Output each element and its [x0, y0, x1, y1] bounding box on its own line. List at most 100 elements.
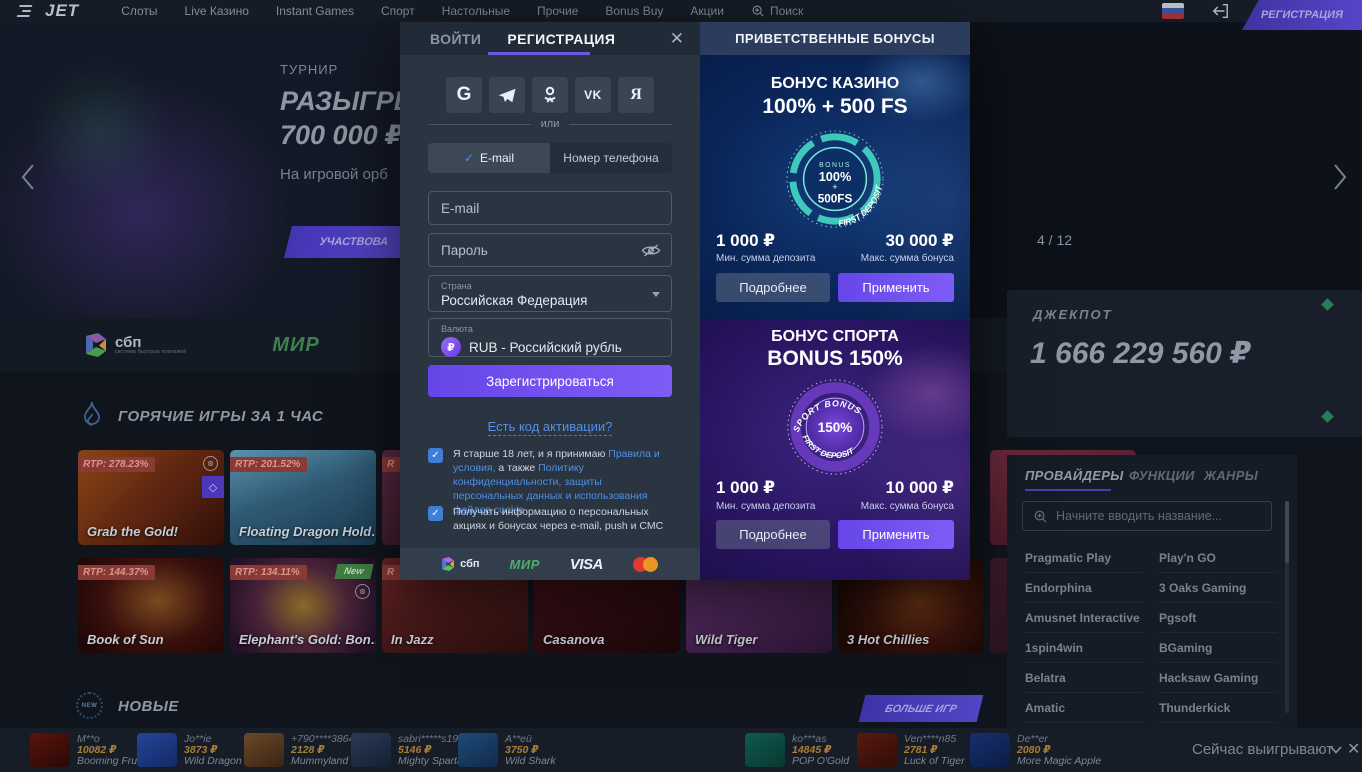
provider-item[interactable]: Hacksaw Gaming [1159, 663, 1277, 693]
menu-icon[interactable] [17, 5, 33, 17]
yandex-icon: Я [630, 86, 642, 104]
game-tile-elephants-gold[interactable]: RTP: 134.11% New ⊛ Elephant's Gold: Bon… [230, 558, 376, 653]
nav-item-instant-games[interactable]: Instant Games [276, 4, 354, 18]
activation-code-link[interactable]: Есть код активации? [488, 419, 613, 436]
provider-item[interactable]: BGaming [1159, 633, 1277, 663]
game-title: Floating Dragon Hold… [239, 524, 376, 539]
password-visibility-icon[interactable] [641, 243, 661, 258]
close-icon[interactable]: ✕ [670, 29, 684, 49]
scrollbar[interactable] [1285, 501, 1289, 713]
game-tile-book-of-sun[interactable]: RTP: 144.37% Book of Sun [78, 558, 224, 653]
max-bonus-label: Макс. сумма бонуса [861, 253, 954, 264]
nav-item-other[interactable]: Прочие [537, 4, 578, 18]
game-thumb [970, 733, 1010, 767]
new-badge: New [335, 564, 374, 579]
winner-item[interactable]: ko***as14845 ₽POP O'Gold [745, 733, 849, 767]
email-field[interactable] [429, 192, 671, 224]
sport-apply-button[interactable]: Применить [838, 520, 954, 549]
winner-item[interactable]: sabri*****s19895146 ₽Mighty Sparta [351, 733, 470, 767]
provider-item[interactable]: 3 Oaks Gaming [1159, 573, 1277, 603]
game-title: Grab the Gold! [87, 524, 178, 539]
nav-item-sport[interactable]: Спорт [381, 4, 415, 18]
winner-item[interactable]: De**er2080 ₽More Magic Apple [970, 733, 1101, 767]
banner-kicker: ТУРНИР [280, 62, 338, 77]
game-thumb [30, 733, 70, 767]
toggle-phone[interactable]: Номер телефона [550, 143, 672, 173]
google-login-button[interactable]: G [446, 77, 482, 113]
casino-apply-button[interactable]: Применить [838, 273, 954, 302]
more-games-button[interactable]: БОЛЬШЕ ИГР [859, 695, 984, 722]
odnoklassniki-login-button[interactable] [532, 77, 568, 113]
country-select[interactable]: Страна Российская Федерация [428, 275, 672, 312]
tab-register[interactable]: РЕГИСТРАЦИЯ [507, 31, 615, 47]
provider-item[interactable]: Pgsoft [1159, 603, 1277, 633]
provider-list: Pragmatic Play Play'n GO Endorphina 3 Oa… [1025, 543, 1277, 723]
register-submit-button[interactable]: Зарегистрироваться [428, 365, 672, 397]
language-flag-ru[interactable] [1162, 3, 1184, 19]
bonuses-header: ПРИВЕТСТВЕННЫЕ БОНУСЫ [700, 22, 970, 55]
min-deposit-label: Мин. сумма депозита [716, 501, 815, 512]
visa-logo: VISA [570, 556, 603, 573]
tab-providers[interactable]: ПРОВАЙДЕРЫ [1025, 468, 1124, 483]
modal-payment-footer: сбп МИР VISA [400, 548, 700, 580]
sport-details-button[interactable]: Подробнее [716, 520, 830, 549]
sport-bonus-subtitle: BONUS 150% [700, 347, 970, 371]
provider-item[interactable]: Amatic [1025, 693, 1143, 723]
mir-logo: МИР [272, 334, 319, 357]
nav-item-slots[interactable]: Слоты [121, 4, 157, 18]
game-tile-floating-dragon[interactable]: RTP: 201.52% Floating Dragon Hold… [230, 450, 376, 545]
rtp-badge: RTP: 144.37% [78, 565, 155, 580]
age-terms-checkbox[interactable]: ✓ [428, 448, 443, 463]
slider-next-icon[interactable] [1332, 162, 1348, 192]
ticker-close-icon[interactable]: ✕ [1347, 739, 1360, 759]
chevron-down-icon [652, 292, 660, 297]
currency-label: Валюта [441, 324, 659, 334]
nav-item-promotions[interactable]: Акции [690, 4, 724, 18]
toggle-email[interactable]: ✓ E-mail [428, 143, 550, 173]
login-icon[interactable] [1210, 2, 1230, 20]
provider-item[interactable]: Endorphina [1025, 573, 1143, 603]
main-menu: Слоты Live Казино Instant Games Спорт На… [121, 4, 803, 18]
winner-item[interactable]: A**eü3750 ₽Wild Shark [458, 733, 556, 767]
nav-item-table-games[interactable]: Настольные [442, 4, 510, 18]
currency-select[interactable]: Валюта ₽ RUB - Российский рубль [428, 318, 672, 357]
provider-search[interactable] [1022, 501, 1272, 531]
password-field[interactable] [429, 234, 671, 266]
rtp-badge: RTP: 278.23% [78, 457, 155, 472]
winner-item[interactable]: Ven****n852781 ₽Luck of Tiger [857, 733, 965, 767]
game-title: Casanova [543, 632, 604, 647]
slider-prev-icon[interactable] [20, 162, 36, 192]
provider-search-input[interactable] [1056, 509, 1261, 523]
tab-genres[interactable]: ЖАНРЫ [1204, 468, 1258, 483]
provider-icon: ⊛ [203, 456, 218, 471]
provider-item[interactable]: Belatra [1025, 663, 1143, 693]
currency-value: RUB - Российский рубль [469, 340, 622, 355]
tab-login[interactable]: ВОЙТИ [430, 31, 481, 47]
sport-bonus-badge: 150% SPORT BONUS FIRST DEPOSIT [785, 377, 885, 482]
game-tile-grab-the-gold[interactable]: ⊛ ◇ RTP: 278.23% Grab the Gold! [78, 450, 224, 545]
winner-item[interactable]: Jo**ie3873 ₽Wild Dragon [137, 733, 242, 767]
provider-item[interactable]: Pragmatic Play [1025, 543, 1143, 573]
email-field-wrap [428, 191, 672, 225]
game-title: 3 Hot Chillies [847, 632, 929, 647]
winners-ticker: M**o10082 ₽Booming Fruits 100 Jo**ie3873… [0, 728, 1362, 772]
nav-item-bonus-buy[interactable]: Bonus Buy [605, 4, 663, 18]
tab-functions[interactable]: ФУНКЦИИ [1129, 468, 1195, 483]
telegram-login-button[interactable] [489, 77, 525, 113]
game-title: Wild Tiger [695, 632, 757, 647]
gem-icon [1321, 410, 1334, 423]
provider-item[interactable]: 1spin4win [1025, 633, 1143, 663]
casino-max-bonus: 30 000 ₽ [885, 231, 954, 251]
promo-checkbox[interactable]: ✓ [428, 506, 443, 521]
casino-details-button[interactable]: Подробнее [716, 273, 830, 302]
provider-item[interactable]: Amusnet Interactive [1025, 603, 1143, 633]
chevron-down-icon[interactable] [1330, 746, 1342, 754]
provider-item[interactable]: Play'n GO [1159, 543, 1277, 573]
vk-login-button[interactable]: VK [575, 77, 611, 113]
nav-item-search[interactable]: Поиск [751, 4, 803, 18]
provider-item[interactable]: Thunderkick [1159, 693, 1277, 723]
registration-nav-button[interactable]: РЕГИСТРАЦИЯ [1242, 0, 1362, 30]
search-icon [1033, 509, 1048, 524]
nav-item-live-casino[interactable]: Live Казино [185, 4, 249, 18]
yandex-login-button[interactable]: Я [618, 77, 654, 113]
